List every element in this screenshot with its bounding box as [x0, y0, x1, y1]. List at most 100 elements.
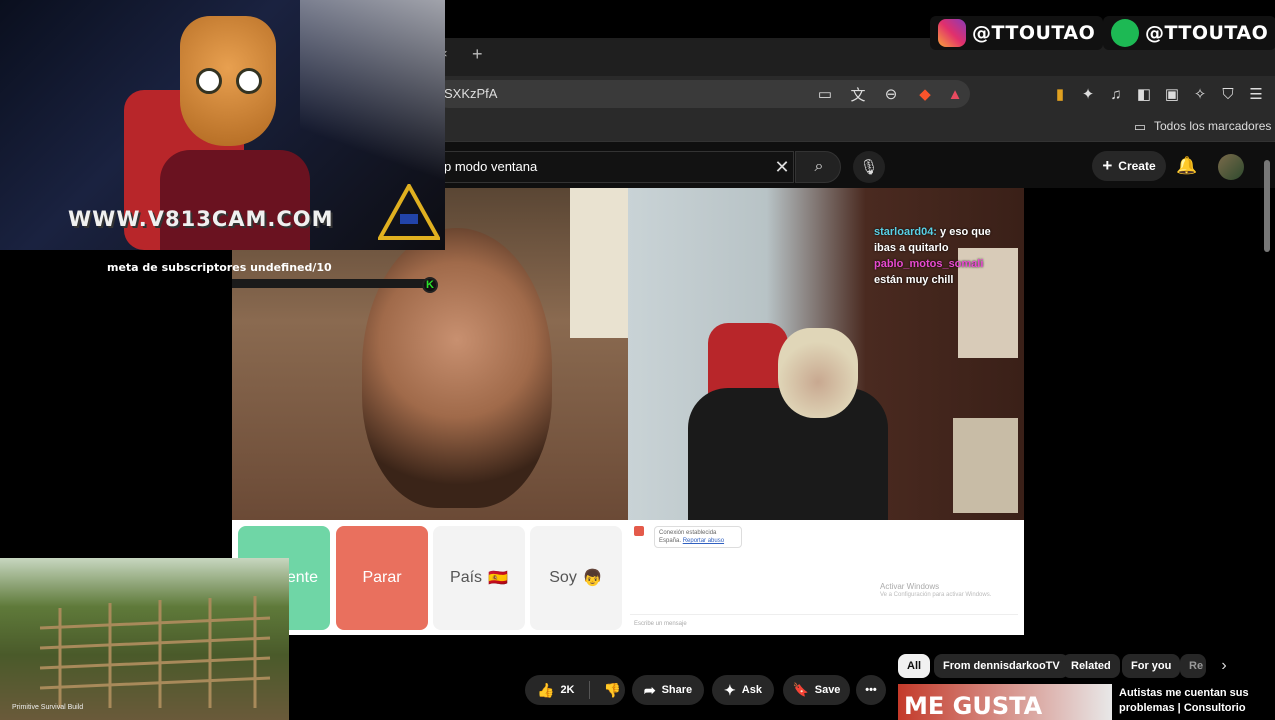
new-tab-button[interactable]: +: [472, 44, 483, 65]
instagram-handle: @TTOUTAO: [930, 16, 1104, 50]
message-input[interactable]: Escribe un mensaje: [630, 614, 1018, 632]
related-video-thumbnail[interactable]: ME GUSTA: [898, 684, 1112, 720]
more-icon: •••: [865, 684, 877, 696]
gender-button[interactable]: Soy 👦: [530, 526, 622, 630]
music-icon[interactable]: ♫: [1106, 84, 1126, 104]
vpn-icon[interactable]: ⛉: [1218, 84, 1238, 104]
country-button[interactable]: País 🇪🇸: [433, 526, 525, 630]
activate-windows-title: Activar Windows: [880, 582, 940, 591]
ask-button[interactable]: ✦ Ask: [712, 675, 774, 705]
search-button[interactable]: ⌕: [795, 151, 841, 183]
overlay-caption: Primitive Survival Build: [12, 704, 84, 711]
stream-chat: starloard04: y eso que ibas a quitarlo p…: [874, 224, 1014, 288]
poster: [953, 418, 1018, 513]
person-figure: [362, 228, 552, 508]
save-button[interactable]: 🔖 Save: [783, 675, 850, 705]
equalizer-icon[interactable]: ▮: [1050, 84, 1070, 104]
url-text[interactable]: SXKzPfA: [444, 86, 497, 101]
subscriber-goal-text: meta de subscriptores undefined/10: [107, 261, 332, 274]
spotify-handle: @TTOUTAO: [1103, 16, 1275, 50]
share-label: Share: [661, 684, 693, 696]
sparkle-icon: ✦: [724, 681, 736, 698]
goal-progress-bar: [232, 279, 430, 288]
location-text: España.: [659, 538, 682, 544]
instagram-icon: [938, 19, 966, 47]
search-icon: ⌕: [814, 158, 824, 175]
share-button[interactable]: ➦ Share: [632, 675, 704, 705]
create-label: Create: [1118, 159, 1156, 173]
divider: [588, 681, 590, 699]
chip-all[interactable]: All: [898, 654, 931, 678]
clear-search-icon[interactable]: ✕: [772, 157, 792, 177]
chip-partial[interactable]: Re: [1180, 654, 1206, 678]
voice-search-button[interactable]: 🎙: [853, 151, 885, 183]
all-bookmarks-link[interactable]: Todos los marcadores: [1154, 119, 1271, 133]
chip-related[interactable]: Related: [1062, 654, 1120, 678]
leo-icon[interactable]: ✧: [1190, 84, 1210, 104]
text-chat-panel: Conexión establecida España. Reportar ab…: [628, 520, 1024, 635]
zoom-icon[interactable]: ⊖: [881, 84, 901, 104]
spotify-handle-text: @TTOUTAO: [1145, 22, 1269, 44]
page-scrollbar[interactable]: [1264, 160, 1270, 252]
compass-logo: [376, 181, 442, 240]
sidebar-icon[interactable]: ◧: [1134, 84, 1154, 104]
eye: [196, 68, 222, 94]
translate-icon[interactable]: 文: [848, 84, 868, 104]
like-dislike-group: 👍 2K 👎: [525, 675, 625, 705]
streamer-body: [688, 388, 888, 520]
connection-status: Conexión establecida: [659, 530, 717, 536]
report-abuse-link[interactable]: Reportar abuso: [683, 538, 724, 544]
spotify-icon: [1111, 19, 1139, 47]
streamer-video: starloard04: y eso que ibas a quitarlo p…: [628, 188, 1024, 520]
chip-from-channel[interactable]: From dennisdarkooTV: [934, 654, 1069, 678]
wall-shelf: [570, 188, 628, 338]
share-icon: ➦: [643, 681, 656, 698]
stop-button[interactable]: Parar: [336, 526, 428, 630]
chat-username: starloard04:: [874, 226, 937, 238]
chat-username: pablo_motos_somali: [874, 258, 984, 270]
plus-icon: +: [1102, 156, 1113, 175]
streamer-head: [778, 328, 858, 418]
rewards-icon[interactable]: ▲: [945, 84, 965, 104]
instagram-handle-text: @TTOUTAO: [972, 22, 1096, 44]
cartoon-body: [160, 150, 310, 250]
ask-label: Ask: [741, 684, 762, 696]
survival-build-overlay: Primitive Survival Build: [0, 558, 289, 720]
watermark-text: WWW.V813CAM.COM: [68, 207, 334, 231]
cast-icon[interactable]: ▭: [815, 84, 835, 104]
bamboo-frame: [39, 596, 271, 708]
connection-bubble: Conexión establecida España. Reportar ab…: [654, 526, 742, 548]
menu-icon[interactable]: ☰: [1246, 84, 1266, 104]
extensions-icon[interactable]: ✦: [1078, 84, 1098, 104]
cartoon-head: [180, 16, 276, 146]
related-video-title[interactable]: Autistas me cuentan sus problemas | Cons…: [1119, 686, 1269, 716]
brave-shield-icon[interactable]: ◆: [915, 84, 935, 104]
chip-for-you[interactable]: For you: [1122, 654, 1181, 678]
save-label: Save: [814, 684, 841, 696]
chevron-right-icon[interactable]: ›: [1214, 656, 1234, 676]
dislike-icon[interactable]: 👎: [604, 682, 621, 699]
like-count[interactable]: 2K: [560, 684, 574, 696]
account-avatar[interactable]: [1218, 154, 1244, 180]
chat-controls: ente Parar País 🇪🇸 Soy 👦: [232, 520, 628, 635]
thumbnail-text: ME GUSTA: [904, 692, 1043, 720]
search-value[interactable]: p modo ventana: [444, 159, 537, 174]
notifications-bell-icon[interactable]: 🔔: [1176, 156, 1197, 176]
chat-text: están muy chill: [874, 274, 954, 286]
more-actions-button[interactable]: •••: [856, 675, 886, 705]
site-logo-icon: [634, 526, 644, 536]
mic-icon: 🎙: [859, 159, 879, 176]
kick-icon: K: [422, 277, 438, 293]
folder-icon: ▭: [1133, 119, 1147, 134]
create-button[interactable]: + Create: [1092, 151, 1166, 181]
bookmark-icon: 🔖: [792, 682, 809, 697]
eye: [236, 68, 262, 94]
country-label: País: [450, 569, 483, 586]
stop-label: Parar: [362, 569, 402, 586]
next-label: ente: [286, 569, 318, 586]
spain-flag-icon: 🇪🇸: [488, 570, 508, 587]
activate-windows-sub: Ve a Configuración para activar Windows.: [880, 592, 992, 598]
wallet-icon[interactable]: ▣: [1162, 84, 1182, 104]
boy-icon: 👦: [582, 570, 603, 587]
like-icon[interactable]: 👍: [537, 682, 554, 699]
